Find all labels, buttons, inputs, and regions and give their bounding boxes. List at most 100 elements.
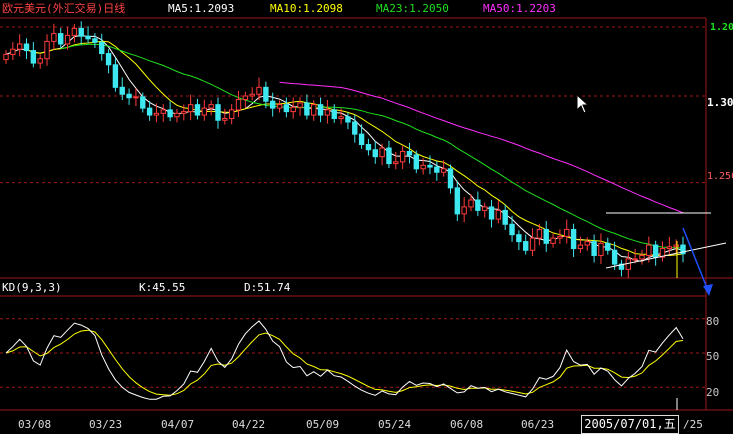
candle-up — [187, 104, 194, 113]
chart-title: 欧元美元(外汇交易)日线 — [2, 2, 126, 15]
candle-down — [112, 64, 119, 88]
candle-down — [58, 33, 64, 45]
candle-down — [105, 53, 112, 66]
date-label: 04/07 — [161, 418, 195, 431]
candle-up — [379, 147, 385, 158]
candle-down — [269, 100, 276, 109]
candle-up — [495, 209, 502, 220]
kd-axis-label: 80 — [706, 315, 720, 328]
ma23-line — [60, 43, 684, 249]
candle-up — [673, 244, 679, 248]
candle-down — [352, 121, 358, 135]
ma5-line — [5, 34, 684, 262]
ma23-readout: MA23:1.2050 — [376, 2, 449, 15]
candle-up — [481, 206, 488, 211]
candle-up — [208, 104, 214, 109]
mouse-pointer-icon — [576, 94, 590, 114]
candle-up — [338, 116, 344, 120]
date-label: 03/23 — [89, 418, 123, 431]
candle-down — [570, 228, 577, 250]
candle-up — [242, 95, 249, 100]
candle-up — [222, 118, 228, 121]
candle-down — [652, 244, 659, 258]
candle-up — [577, 244, 584, 250]
candle-down — [475, 199, 481, 211]
candle-up — [468, 199, 474, 208]
candle-down — [30, 50, 37, 64]
candle-down — [317, 104, 324, 116]
ma5-readout: MA5:1.2093 — [168, 2, 235, 15]
candle-up — [64, 34, 71, 45]
candle-down — [345, 116, 351, 123]
date-label: 05/24 — [378, 418, 412, 431]
candle-down — [605, 242, 611, 251]
candle-up — [16, 43, 23, 50]
candle-down — [194, 104, 201, 116]
candle-down — [543, 228, 549, 244]
candle-up — [235, 98, 242, 111]
candle-up — [399, 150, 406, 163]
candle-up — [160, 109, 166, 114]
candle-up — [529, 237, 536, 251]
candle-up — [10, 48, 16, 55]
cursor-date-box: 2005/07/01,五 — [581, 415, 679, 434]
candle-down — [434, 166, 440, 173]
candle-up — [557, 235, 563, 239]
chart-canvas[interactable] — [0, 0, 733, 434]
candle-down — [365, 144, 372, 151]
candle-down — [283, 104, 290, 113]
candle-up — [249, 93, 255, 97]
date-label: 04/22 — [232, 418, 266, 431]
candle-down — [215, 104, 221, 121]
candle-down — [85, 35, 91, 40]
d-readout: D:51.74 — [244, 281, 291, 294]
ma10-readout: MA10:1.2098 — [270, 2, 343, 15]
candle-up — [44, 40, 50, 60]
candle-down — [304, 102, 310, 116]
d-line — [5, 329, 684, 396]
candle-up — [71, 27, 78, 36]
candle-down — [447, 168, 454, 189]
date-label: 05/09 — [306, 418, 340, 431]
candle-down — [427, 164, 433, 168]
candle-up — [174, 112, 180, 118]
ma50-readout: MA50:1.2203 — [483, 2, 556, 15]
candle-up — [153, 112, 160, 116]
candle-up — [550, 237, 556, 244]
kd-indicator-panel — [0, 318, 706, 400]
candle-down — [119, 86, 125, 95]
candle-up — [639, 254, 645, 260]
candle-up — [461, 206, 467, 215]
forecast-arrow-head — [703, 284, 713, 296]
candle-down — [126, 93, 132, 99]
candle-down — [167, 109, 173, 118]
candle-up — [256, 86, 262, 95]
price-axis-label: 1.20 — [710, 22, 733, 33]
candle-up — [632, 258, 638, 261]
candle-up — [440, 168, 447, 173]
date-label: 06/23 — [521, 418, 555, 431]
kd-title: KD(9,3,3) — [2, 281, 62, 294]
candle-down — [509, 223, 515, 236]
date-label: 06/08 — [450, 418, 484, 431]
candle-up — [666, 246, 673, 250]
candle-down — [23, 43, 30, 52]
candle-up — [324, 109, 331, 116]
candle-down — [413, 154, 420, 170]
candle-down — [591, 241, 597, 256]
candle-up — [536, 228, 543, 239]
candle-up — [393, 161, 399, 165]
moving-average-lines — [5, 34, 684, 262]
candle-down — [454, 187, 461, 215]
candle-up — [3, 53, 9, 61]
candle-up — [297, 102, 303, 108]
candle-up — [181, 111, 187, 114]
candle-down — [331, 109, 337, 120]
candle-up — [420, 164, 426, 170]
date-label: 03/08 — [18, 418, 52, 431]
candle-down — [488, 206, 495, 220]
candle-up — [290, 106, 296, 113]
ma50-line — [279, 81, 684, 214]
candle-down — [146, 107, 153, 116]
candle-down — [516, 234, 522, 243]
